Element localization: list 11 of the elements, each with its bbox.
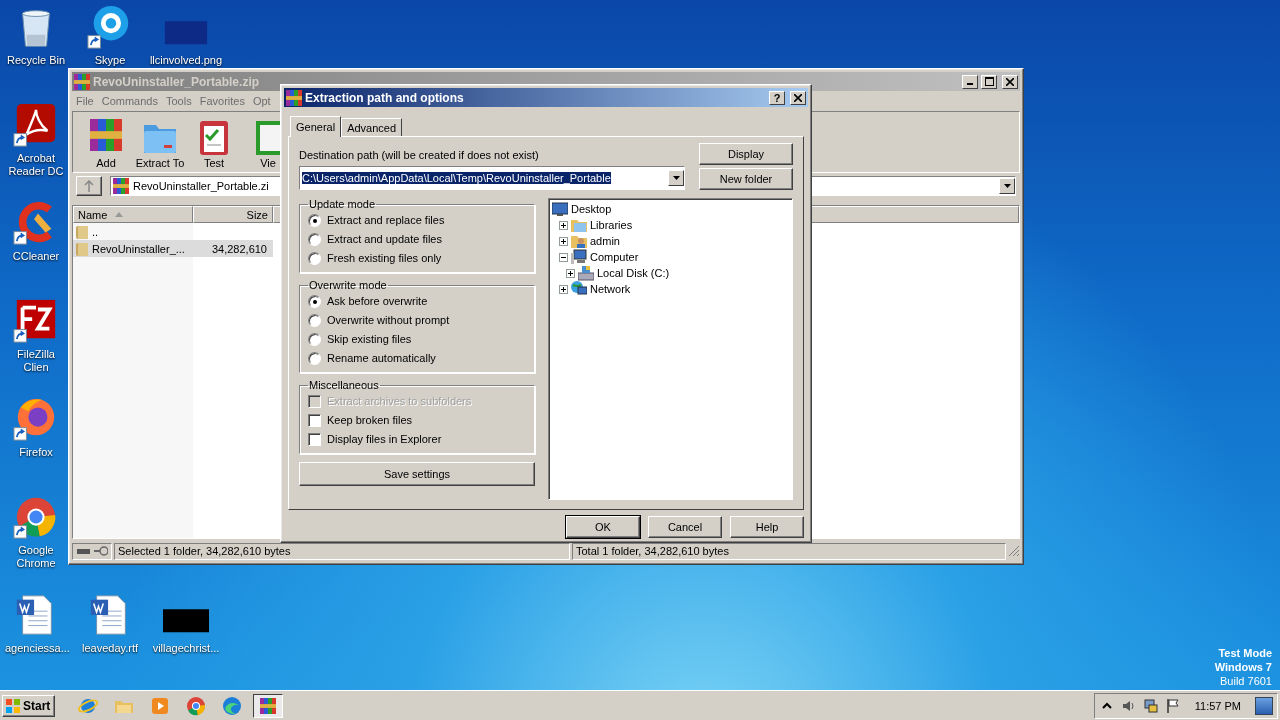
group-title: Miscellaneous [308,379,380,391]
field-label: Destination path (will be created if does not exist) [299,149,540,161]
os-notice-text: Windows 7 [1214,660,1272,674]
status-text: Selected 1 folder, 34,282,610 bytes [114,542,570,560]
status-text: Total 1 folder, 34,282,610 bytes [572,542,1006,560]
os-notice-text: Build 7601 [1220,674,1272,688]
group-title: Overwrite mode [308,279,388,291]
os-notice-text: Test Mode [1218,646,1272,660]
group-title: Update mode [308,198,377,210]
window-title: RevoUninstaller_Portable.zip [93,74,261,89]
dialog-title: Extraction path and options [305,90,465,105]
